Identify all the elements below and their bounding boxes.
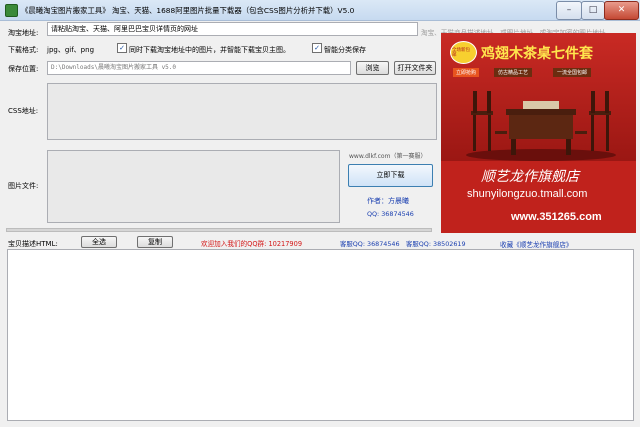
description-textarea[interactable] [7, 249, 634, 421]
image-files-label: 图片文件: [8, 182, 39, 190]
window-title: 《晨曦淘宝图片搬家工具》 淘宝、天猫、1688阿里图片批量下载器（包含CSS图片… [21, 6, 355, 15]
ad-shop-name: 顺艺龙作旗舰店 [481, 169, 579, 185]
tea-table-image [466, 91, 616, 161]
browse-button[interactable]: 浏览 [356, 61, 389, 75]
ad-tag-2: 仿古精品工艺 [494, 68, 533, 77]
favorite-link[interactable]: 收藏《顺艺龙作旗舰店》 [500, 239, 573, 249]
ad-site-url: www.351265.com [511, 211, 602, 223]
save-label: 保存位置: [8, 65, 39, 73]
css-textarea[interactable] [47, 83, 437, 140]
ad-badge-text: 全场新包邮 [452, 48, 470, 58]
copy-button[interactable]: 复制 [137, 236, 173, 248]
title-bar: 《晨曦淘宝图片搬家工具》 淘宝、天猫、1688阿里图片批量下载器（包含CSS图片… [0, 0, 640, 21]
service-qq-1[interactable]: 客服QQ: 36874546 [340, 239, 400, 248]
open-folder-button[interactable]: 打开文件夹 [394, 61, 436, 75]
ad-tag-3: 一流全国包邮 [553, 68, 592, 77]
service-qq-2[interactable]: 客服QQ: 38502619 [406, 239, 466, 248]
url-label: 淘宝地址: [8, 29, 39, 37]
close-icon: ✕ [617, 5, 626, 15]
site-link[interactable]: www.dlkf.com（第一赛服） [349, 151, 426, 160]
option1-label: 同时下载淘宝地址中的图片，并智能下载宝贝主图。 [129, 46, 290, 54]
download-button[interactable]: 立即下载 [348, 164, 433, 187]
ad-headline: 鸡翅木茶桌七件套 [481, 46, 593, 62]
qq-group-text: 欢迎加入我们的QQ群: 10217909 [201, 240, 303, 248]
minimize-icon: – [566, 5, 572, 15]
css-label: CSS地址: [8, 107, 39, 115]
save-path-input[interactable]: D:\Downloads\晨曦淘宝图片搬家工具 v5.0 [47, 61, 351, 75]
maximize-button[interactable]: □ [581, 1, 605, 20]
ad-tag-1: 立即抢购 [453, 68, 480, 77]
option1-checkbox[interactable]: ✓ [117, 43, 127, 53]
select-all-button[interactable]: 全选 [81, 236, 117, 248]
author-text: 作者：方晨曦 [367, 197, 409, 205]
app-icon [5, 4, 18, 17]
desc-label: 宝贝描述HTML: [8, 240, 58, 248]
option2-label: 智能分类保存 [324, 46, 366, 54]
site-note: （第一赛服） [390, 153, 427, 160]
option2-checkbox[interactable]: ✓ [312, 43, 322, 53]
close-button[interactable]: ✕ [604, 1, 639, 20]
format-list: jpg、gif、png [47, 46, 95, 54]
url-input[interactable]: 请粘贴淘宝、天猫、阿里巴巴宝贝详情页的网址 [47, 22, 418, 36]
splitter[interactable] [6, 228, 432, 232]
minimize-button[interactable]: – [556, 1, 582, 20]
ad-banner[interactable]: 全场新包邮 鸡翅木茶桌七件套 立即抢购 仿古精品工艺 一流全国包邮 顺艺龙作旗舰… [441, 33, 636, 233]
maximize-icon: □ [588, 5, 598, 15]
image-files-list[interactable] [47, 150, 340, 223]
site-text: www.dlkf.com [349, 153, 391, 160]
author-qq: QQ: 36874546 [367, 210, 414, 218]
format-label: 下载格式: [8, 46, 39, 54]
ad-shop-url: shunyilongzuo.tmall.com [467, 188, 588, 200]
